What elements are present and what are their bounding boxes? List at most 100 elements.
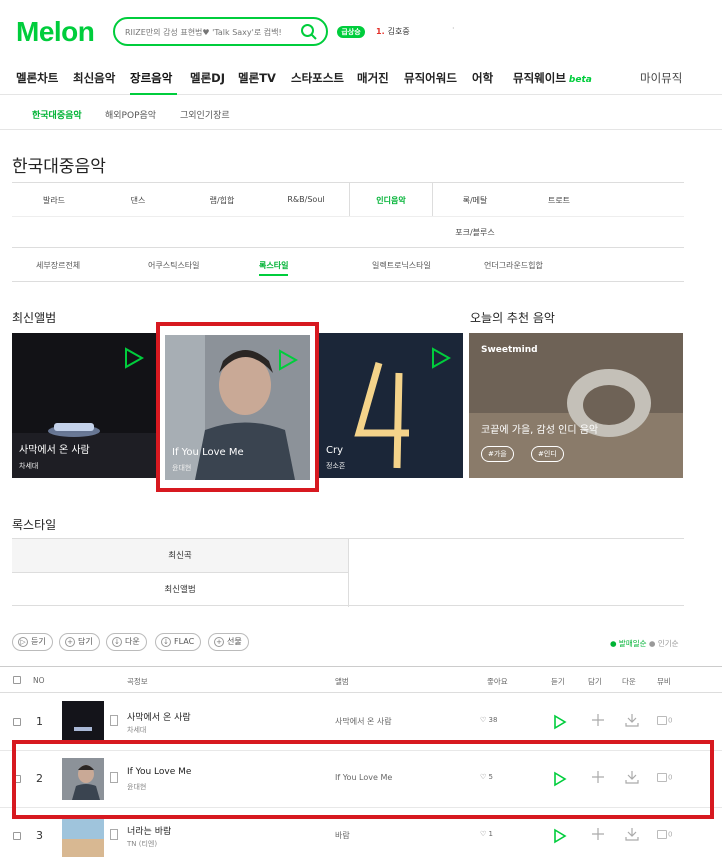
nav-melon-dj[interactable]: 멜론DJ [190, 70, 225, 86]
select-all-checkbox[interactable] [13, 676, 21, 684]
nav-my-music[interactable]: 마이뮤직 [640, 70, 682, 86]
play-icon[interactable] [124, 347, 144, 369]
song-title[interactable]: 사막에서 온 사람 [127, 710, 191, 723]
nav-melon-tv[interactable]: 멜론TV [238, 70, 276, 86]
nav-genre-music[interactable]: 장르음악 [130, 70, 172, 86]
song-artist[interactable]: TN (티엔) [127, 839, 157, 849]
style-underground[interactable]: 언더그라운드힙합 [484, 260, 543, 271]
play-icon[interactable] [553, 828, 567, 844]
album-artist: 윤대현 [172, 464, 192, 472]
download-label: 다운 [125, 637, 140, 646]
sort-release[interactable]: ● 발매일순 [610, 639, 647, 648]
reco-title: 오늘의 추천 음악 [470, 311, 555, 325]
song-info-icon[interactable] [110, 715, 118, 726]
album-thumbnail[interactable] [62, 701, 104, 743]
sort-popular[interactable]: ● 인기순 [649, 639, 679, 648]
nav-language[interactable]: 어학 [472, 70, 493, 86]
play-icon[interactable] [553, 714, 567, 730]
rising-badge: 급상승 [337, 26, 365, 38]
song-artist[interactable]: 차세대 [127, 725, 146, 735]
song-album[interactable]: 사막에서 온 사람 [335, 716, 392, 727]
song-album[interactable]: 바람 [335, 830, 350, 841]
new-albums-title: 최신앨범 [12, 311, 57, 325]
search-icon[interactable] [300, 23, 318, 41]
plus-icon[interactable] [590, 712, 606, 728]
nav-starpost[interactable]: 스타포스트 [291, 70, 344, 86]
mv-button[interactable]: 0 [657, 716, 672, 725]
table-header: NO 곡정보 앨범 좋아요 듣기 담기 다운 뮤비 [0, 666, 722, 693]
subnav-korean[interactable]: 한국대중음악 [32, 108, 82, 121]
row-checkbox[interactable] [13, 832, 21, 840]
beta-label: beta [568, 75, 592, 85]
mv-button[interactable]: 0 [657, 830, 672, 839]
album-artist: 정소흔 [326, 462, 346, 470]
album-title: 사막에서 온 사람 [19, 445, 90, 456]
genre-subnav: 한국대중음악 해외POP음악 그외인기장르 [0, 96, 722, 130]
search-input[interactable] [125, 23, 295, 41]
like-button[interactable]: ♡ 38 [480, 716, 497, 724]
mv-icon [657, 830, 667, 839]
genre-hiphop[interactable]: 랩/힙합 [180, 195, 264, 206]
song-info-icon[interactable] [110, 829, 118, 840]
reco-tag[interactable]: #인디 [531, 446, 564, 462]
nav-magazine[interactable]: 매거진 [357, 70, 389, 86]
download-icon[interactable] [624, 712, 640, 728]
album-card[interactable]: Cry 정소흔 [319, 333, 463, 478]
song-title[interactable]: 너라는 바람 [127, 824, 171, 837]
play-icon[interactable] [278, 349, 298, 371]
sort-options: ● 발매일순 ● 인기순 [610, 638, 679, 649]
nav-latest-music[interactable]: 최신음악 [73, 70, 115, 86]
genre-grid: 발라드 댄스 랩/힙합 R&B/Soul 인디음악 록/메탈 트로트 포크/블루… [12, 182, 684, 248]
heart-icon: ♡ [480, 716, 487, 724]
nav-music-award[interactable]: 뮤직어워드 [404, 70, 457, 86]
genre-dance[interactable]: 댄스 [96, 195, 180, 206]
subnav-other[interactable]: 그외인기장르 [180, 108, 230, 121]
tab-latest-albums[interactable]: 최신앨범 [12, 573, 348, 607]
album-card[interactable]: 사막에서 온 사람 차세대 [12, 333, 156, 478]
reco-playlist-title: 코끝에 가을, 감성 인디 음악 [481, 425, 599, 436]
album-thumbnail[interactable] [62, 815, 104, 857]
mv-count: 0 [668, 716, 673, 725]
page-title: 한국대중음악 [12, 157, 106, 177]
nav-music-wave[interactable]: 뮤직웨이브 beta [513, 70, 592, 86]
gift-button[interactable]: + 선물 [208, 633, 249, 651]
nav-active-indicator [130, 93, 177, 95]
genre-divider [12, 216, 684, 217]
subnav-pop[interactable]: 해외POP음악 [105, 108, 156, 121]
download-icon[interactable] [624, 826, 640, 842]
style-rock[interactable]: 록스타일 [259, 260, 289, 276]
play-icon[interactable] [431, 347, 451, 369]
download-button[interactable]: ↓ 다운 [106, 633, 147, 651]
album-card-highlighted[interactable]: If You Love Me 윤대현 [156, 322, 319, 492]
row-checkbox[interactable] [13, 718, 21, 726]
reco-tag[interactable]: #가을 [481, 446, 514, 462]
col-download: 다운 [622, 677, 636, 686]
genre-rock[interactable]: 록/메탈 [433, 195, 517, 206]
style-acoustic[interactable]: 어쿠스틱스타일 [148, 260, 200, 271]
genre-folk[interactable]: 포크/블루스 [433, 227, 517, 238]
listen-button[interactable]: ▷ 듣기 [12, 633, 53, 651]
tab-empty [348, 539, 684, 607]
search-box[interactable] [113, 17, 328, 46]
tab-latest-songs[interactable]: 최신곡 [12, 539, 348, 573]
melon-logo[interactable]: Melon [16, 16, 95, 48]
like-button[interactable]: ♡ 1 [480, 830, 493, 838]
plus-icon[interactable] [590, 826, 606, 842]
rising-keyword[interactable]: 1. 김호중 [376, 26, 410, 37]
nav-melon-chart[interactable]: 멜론차트 [16, 70, 58, 86]
gift-label: 선물 [227, 637, 242, 646]
reco-card[interactable]: Sweetmind 코끝에 가을, 감성 인디 음악 #가을 #인디 [469, 333, 683, 478]
genre-trot[interactable]: 트로트 [517, 195, 601, 206]
col-mv: 뮤비 [657, 677, 671, 686]
genre-indie[interactable]: 인디음악 [349, 195, 433, 206]
add-button[interactable]: + 담기 [59, 633, 100, 651]
header-extra: · [452, 24, 455, 33]
genre-rnb[interactable]: R&B/Soul [264, 195, 348, 204]
flac-button[interactable]: ↓ FLAC [155, 633, 202, 651]
mv-icon [657, 716, 667, 725]
gift-icon: + [214, 637, 224, 647]
album-artist: 차세대 [19, 462, 39, 470]
style-all[interactable]: 세부장르전체 [36, 260, 80, 271]
style-electronic[interactable]: 일렉트로닉스타일 [372, 260, 431, 271]
genre-ballad[interactable]: 발라드 [12, 195, 96, 206]
